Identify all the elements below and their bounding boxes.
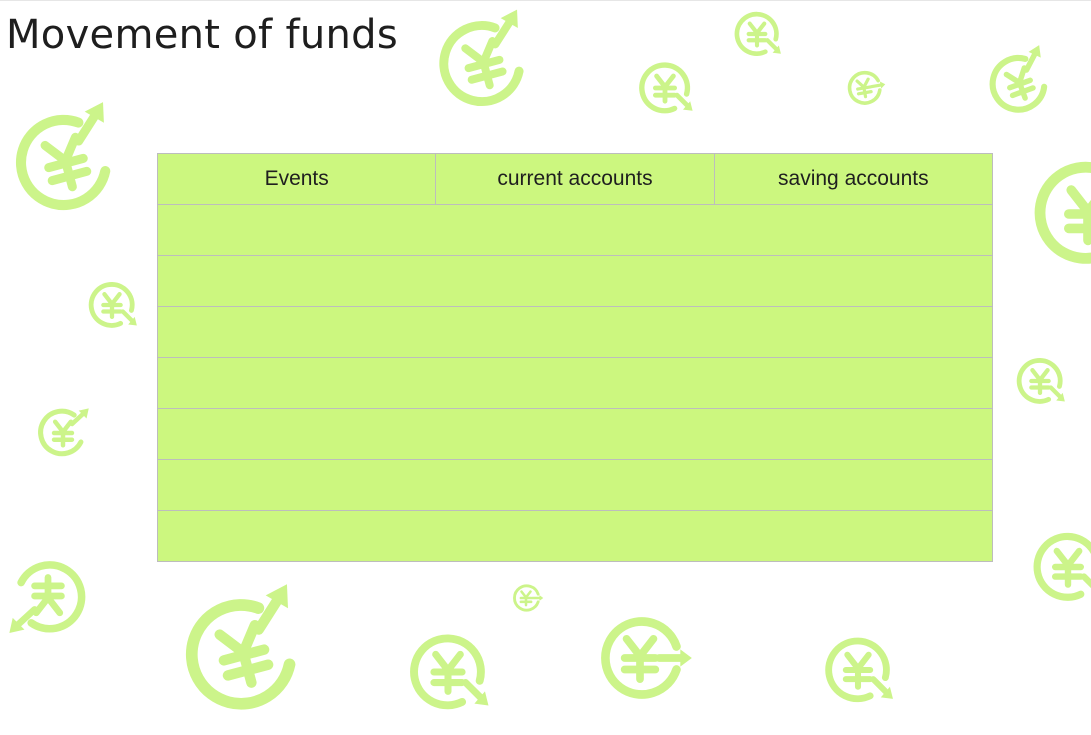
column-header-current-accounts: current accounts bbox=[435, 153, 715, 205]
yen-exchange-icon bbox=[6, 554, 90, 638]
table-row bbox=[157, 408, 993, 460]
column-header-events: Events bbox=[156, 153, 437, 205]
top-divider bbox=[0, 0, 1091, 1]
yen-exchange-icon bbox=[0, 94, 135, 231]
table-cell[interactable] bbox=[157, 357, 993, 409]
yen-exchange-icon bbox=[820, 632, 896, 708]
column-header-saving-accounts: saving accounts bbox=[713, 153, 994, 205]
table-cell[interactable] bbox=[157, 408, 993, 460]
table-cell[interactable] bbox=[157, 459, 993, 511]
yen-exchange-icon bbox=[164, 575, 323, 734]
table-cell[interactable] bbox=[157, 255, 993, 307]
yen-exchange-icon bbox=[976, 40, 1063, 127]
table-row bbox=[157, 255, 993, 307]
yen-exchange-icon bbox=[85, 278, 139, 332]
page-title: Movement of funds bbox=[6, 12, 398, 58]
table-cell[interactable] bbox=[157, 510, 993, 562]
yen-exchange-icon bbox=[731, 8, 783, 60]
yen-exchange-icon bbox=[1013, 354, 1067, 408]
table-row bbox=[157, 357, 993, 409]
table-header-row: Events current accounts saving accounts bbox=[156, 153, 994, 205]
yen-exchange-icon bbox=[423, 3, 545, 125]
funds-table: Events current accounts saving accounts bbox=[156, 153, 994, 562]
yen-exchange-icon bbox=[635, 58, 695, 118]
yen-exchange-icon bbox=[35, 405, 91, 461]
yen-exchange-icon bbox=[592, 610, 692, 706]
yen-exchange-icon bbox=[841, 65, 887, 111]
yen-exchange-icon bbox=[1028, 154, 1091, 274]
table-row bbox=[157, 306, 993, 358]
table-row bbox=[157, 204, 993, 256]
table-cell[interactable] bbox=[157, 204, 993, 256]
table-row bbox=[157, 459, 993, 511]
table-row bbox=[157, 510, 993, 562]
yen-exchange-icon bbox=[510, 582, 544, 614]
table-cell[interactable] bbox=[157, 306, 993, 358]
yen-exchange-icon bbox=[1028, 527, 1091, 607]
yen-exchange-icon bbox=[404, 628, 492, 716]
